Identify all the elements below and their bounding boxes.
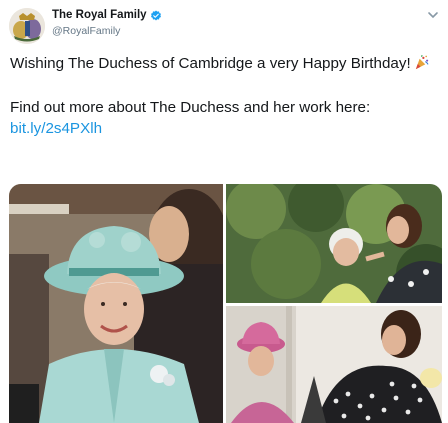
tweet-link[interactable]: bit.ly/2s4PXlh <box>10 120 102 137</box>
account-handle[interactable]: @RoyalFamily <box>52 25 120 37</box>
party-popper-icon <box>414 54 429 76</box>
tweet-paragraph: Wishing The Duchess of Cambridge a very … <box>10 53 440 76</box>
royal-crest-icon <box>9 8 45 44</box>
tweet-paragraph-2: Find out more about The Duchess and her … <box>10 97 440 139</box>
chevron-down-icon[interactable] <box>426 8 440 22</box>
tweet-line-1: Wishing The Duchess of Cambridge a very … <box>10 55 411 72</box>
photo-main[interactable] <box>9 184 223 423</box>
account-name[interactable]: The Royal Family <box>52 9 147 21</box>
photo-bottom-right[interactable] <box>226 306 442 423</box>
tweet-line-2: Find out more about The Duchess and her … <box>10 99 371 116</box>
tweet-text: Wishing The Duchess of Cambridge a very … <box>10 53 440 139</box>
verified-badge-icon <box>150 9 162 21</box>
media-grid[interactable] <box>9 184 442 423</box>
avatar[interactable] <box>9 8 45 44</box>
photo-top-right[interactable] <box>226 184 442 303</box>
name-row[interactable]: The Royal Family <box>52 9 162 21</box>
tweet-card[interactable]: The Royal Family @RoyalFamily Wishing Th… <box>0 0 448 423</box>
